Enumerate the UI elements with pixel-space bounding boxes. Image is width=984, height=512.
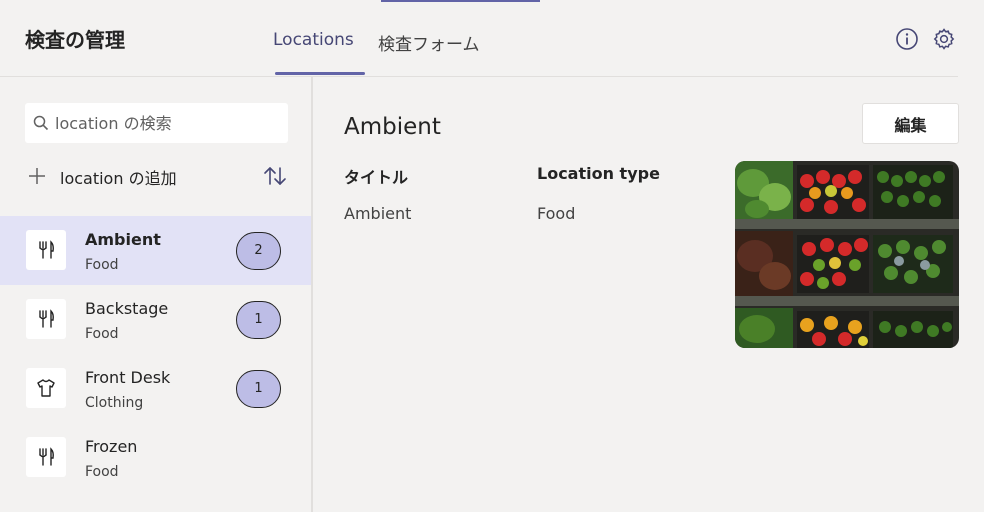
location-list: Ambient Food 2 Backstage Food 1 Front De… bbox=[0, 216, 312, 492]
list-item[interactable]: Frozen Food bbox=[0, 423, 312, 492]
title-field-value: Ambient bbox=[344, 204, 412, 223]
search-input[interactable] bbox=[55, 103, 280, 143]
count-badge: 2 bbox=[236, 232, 281, 270]
edit-button[interactable]: 編集 bbox=[862, 103, 959, 144]
add-location-label: location の追加 bbox=[60, 169, 177, 188]
item-type: Food bbox=[85, 257, 119, 273]
location-sidebar: location の追加 Ambient Food 2 bbox=[0, 77, 312, 512]
gear-icon[interactable] bbox=[932, 27, 956, 51]
item-icon-box bbox=[26, 299, 66, 339]
item-type: Clothing bbox=[85, 395, 144, 411]
detail-title: Ambient bbox=[344, 114, 441, 140]
item-type: Food bbox=[85, 464, 119, 480]
item-name: Front Desk bbox=[85, 368, 171, 387]
item-type: Food bbox=[85, 326, 119, 342]
produce-shelves-photo bbox=[735, 161, 959, 348]
shirt-icon bbox=[37, 379, 55, 397]
app-title: 検査の管理 bbox=[25, 28, 125, 52]
list-item[interactable]: Backstage Food 1 bbox=[0, 285, 312, 354]
header: 検査の管理 Locations 検査フォーム bbox=[0, 0, 984, 77]
tab-locations[interactable]: Locations bbox=[273, 30, 354, 50]
fork-knife-icon bbox=[39, 240, 54, 259]
add-location-button[interactable]: location の追加 bbox=[25, 163, 225, 189]
list-item[interactable]: Front Desk Clothing 1 bbox=[0, 354, 312, 423]
info-icon[interactable] bbox=[895, 27, 919, 51]
search-box[interactable] bbox=[25, 103, 288, 143]
sidebar-divider bbox=[311, 77, 313, 512]
active-tab-indicator bbox=[275, 72, 365, 75]
plus-icon bbox=[29, 168, 45, 184]
sort-icon[interactable] bbox=[263, 166, 287, 186]
item-name: Frozen bbox=[85, 437, 138, 456]
search-icon bbox=[33, 115, 49, 131]
item-name: Backstage bbox=[85, 299, 169, 318]
item-name: Ambient bbox=[85, 230, 161, 249]
item-icon-box bbox=[26, 437, 66, 477]
item-icon-box bbox=[26, 368, 66, 408]
fork-knife-icon bbox=[39, 309, 54, 328]
fork-knife-icon bbox=[39, 447, 54, 466]
location-type-value: Food bbox=[537, 204, 576, 223]
location-type-label: Location type bbox=[537, 164, 660, 183]
list-item[interactable]: Ambient Food 2 bbox=[0, 216, 312, 285]
count-badge: 1 bbox=[236, 301, 281, 339]
title-field-label: タイトル bbox=[344, 168, 409, 187]
count-badge: 1 bbox=[236, 370, 281, 408]
tab-inspection-forms[interactable]: 検査フォーム bbox=[378, 30, 480, 55]
item-icon-box bbox=[26, 230, 66, 270]
